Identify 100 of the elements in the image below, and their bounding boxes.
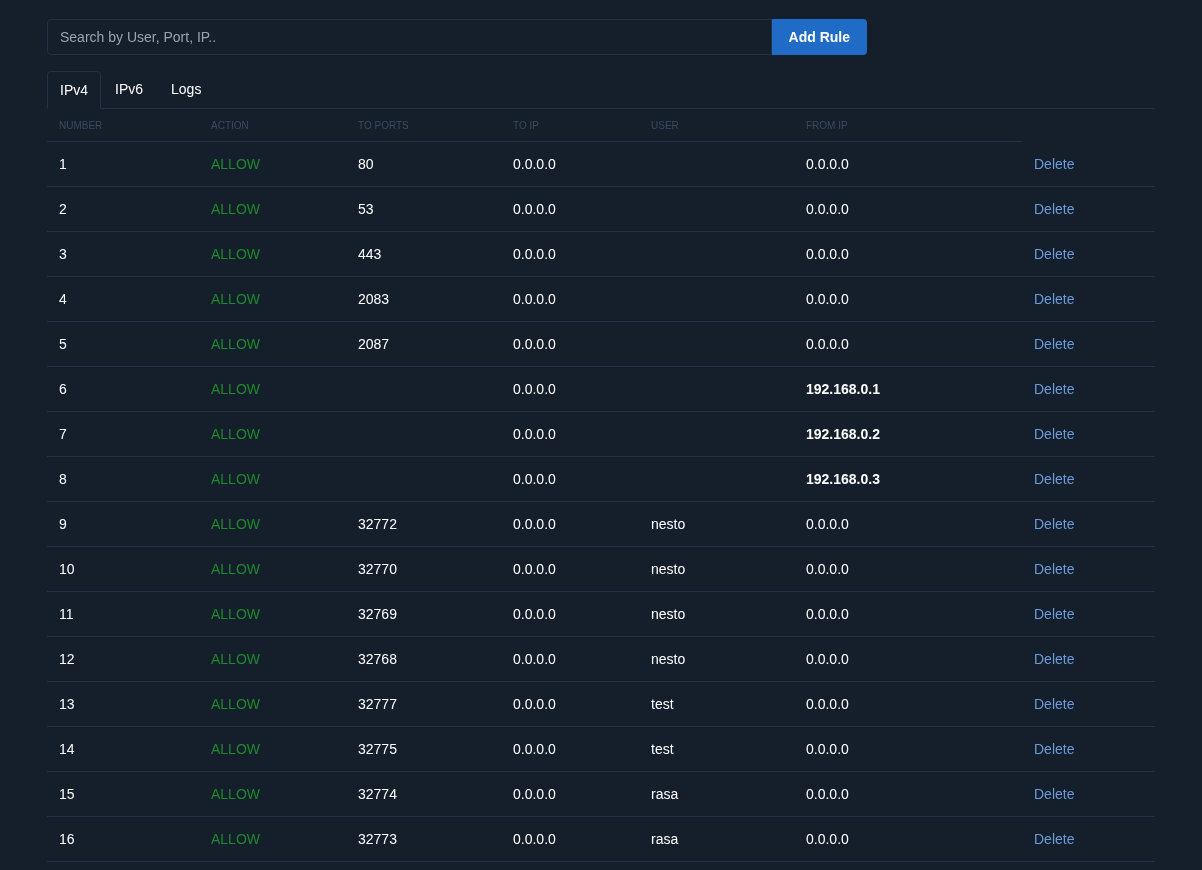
table-cell: ALLOW xyxy=(211,200,260,217)
table-cell: 32773 xyxy=(358,830,397,847)
table-cell: 0.0.0.0 xyxy=(513,515,556,532)
table-cell: 0.0.0.0 xyxy=(513,650,556,667)
table-cell: 0.0.0.0 xyxy=(513,785,556,802)
tab[interactable]: Logs xyxy=(157,71,216,108)
add-rule-button[interactable]: Add Rule xyxy=(771,19,867,55)
table-cell: 0.0.0.0 xyxy=(513,245,556,262)
delete-link[interactable]: Delete xyxy=(1034,245,1075,262)
table-cell: nesto xyxy=(651,650,686,667)
table-cell: 32774 xyxy=(358,785,397,802)
table-cell: ALLOW xyxy=(211,470,260,487)
table-cell: ALLOW xyxy=(211,515,260,532)
table-cell: 0.0.0.0 xyxy=(806,605,849,622)
table-cell: 0.0.0.0 xyxy=(806,650,849,667)
delete-link[interactable]: Delete xyxy=(1034,740,1075,757)
table-cell: 0.0.0.0 xyxy=(513,290,556,307)
table-cell: 3 xyxy=(59,245,67,262)
table-cell: 32777 xyxy=(358,695,397,712)
table-cell: 1 xyxy=(59,155,67,172)
table-cell: 0.0.0.0 xyxy=(806,290,849,307)
table-cell: 0.0.0.0 xyxy=(806,335,849,352)
table-cell: 2 xyxy=(59,200,67,217)
table-cell: 0.0.0.0 xyxy=(513,605,556,622)
delete-link[interactable]: Delete xyxy=(1034,650,1075,667)
table-cell: 53 xyxy=(358,200,374,217)
delete-link[interactable]: Delete xyxy=(1034,335,1075,352)
tab[interactable]: IPv4 xyxy=(47,71,101,109)
table-cell: ALLOW xyxy=(211,245,260,262)
table-cell: 0.0.0.0 xyxy=(513,470,556,487)
table-cell: ALLOW xyxy=(211,695,260,712)
delete-link[interactable]: Delete xyxy=(1034,290,1075,307)
table-cell: 0.0.0.0 xyxy=(806,785,849,802)
table-cell: ALLOW xyxy=(211,830,260,847)
table-cell: 32768 xyxy=(358,650,397,667)
table-cell: 32775 xyxy=(358,740,397,757)
table-cell: ALLOW xyxy=(211,425,260,442)
delete-link[interactable]: Delete xyxy=(1034,200,1075,217)
table-cell: 9 xyxy=(59,515,67,532)
table-cell: 32770 xyxy=(358,560,397,577)
delete-link[interactable]: Delete xyxy=(1034,605,1075,622)
table-cell: test xyxy=(651,740,674,757)
delete-link[interactable]: Delete xyxy=(1034,470,1075,487)
search-field[interactable]: Search by User, Port, IP.. xyxy=(47,19,772,55)
table-cell: 0.0.0.0 xyxy=(513,335,556,352)
table-cell: 7 xyxy=(59,425,67,442)
table-cell: ALLOW xyxy=(211,155,260,172)
table-cell: 0.0.0.0 xyxy=(806,830,849,847)
table-cell: 0.0.0.0 xyxy=(806,695,849,712)
table-cell: 0.0.0.0 xyxy=(806,515,849,532)
table-cell: rasa xyxy=(651,830,679,847)
table-cell: 0.0.0.0 xyxy=(513,200,556,217)
table-cell: 0.0.0.0 xyxy=(806,155,849,172)
table-cell: ALLOW xyxy=(211,740,260,757)
table-cell: 2087 xyxy=(358,335,390,352)
table-cell: 0.0.0.0 xyxy=(806,200,849,217)
table-cell: 0.0.0.0 xyxy=(513,830,556,847)
table-cell: 13 xyxy=(59,695,75,712)
table-cell: 10 xyxy=(59,560,75,577)
table-cell: nesto xyxy=(651,560,686,577)
table-cell: 0.0.0.0 xyxy=(513,560,556,577)
delete-link[interactable]: Delete xyxy=(1034,515,1075,532)
tab[interactable]: IPv6 xyxy=(101,71,158,108)
table-cell: 14 xyxy=(59,740,75,757)
table-cell: 0.0.0.0 xyxy=(806,245,849,262)
table-cell: 0.0.0.0 xyxy=(513,695,556,712)
table-cell: ALLOW xyxy=(211,290,260,307)
table-cell: ALLOW xyxy=(211,650,260,667)
table-cell: nesto xyxy=(651,515,686,532)
table-cell: ALLOW xyxy=(211,560,260,577)
table-cell: test xyxy=(651,695,674,712)
table-cell: 32772 xyxy=(358,515,397,532)
table-cell: 0.0.0.0 xyxy=(513,380,556,397)
table-cell: 0.0.0.0 xyxy=(513,155,556,172)
table-cell: 15 xyxy=(59,785,75,802)
table-cell: 80 xyxy=(358,155,374,172)
table-cell: 443 xyxy=(358,245,382,262)
table-cell: 0.0.0.0 xyxy=(806,560,849,577)
table-cell: 192.168.0.1 xyxy=(806,380,880,397)
table-cell: 192.168.0.2 xyxy=(806,425,880,442)
table-cell: 12 xyxy=(59,650,75,667)
table-cell: ALLOW xyxy=(211,380,260,397)
delete-link[interactable]: Delete xyxy=(1034,560,1075,577)
table-cell: ALLOW xyxy=(211,785,260,802)
delete-link[interactable]: Delete xyxy=(1034,155,1075,172)
table-cell: 4 xyxy=(59,290,67,307)
table-cell: 16 xyxy=(59,830,75,847)
table-cell: 11 xyxy=(59,605,74,622)
delete-link[interactable]: Delete xyxy=(1034,785,1075,802)
table-cell: 2083 xyxy=(358,290,390,307)
delete-link[interactable]: Delete xyxy=(1034,380,1075,397)
delete-link[interactable]: Delete xyxy=(1034,425,1075,442)
table-cell: 8 xyxy=(59,470,67,487)
delete-link[interactable]: Delete xyxy=(1034,830,1075,847)
table-cell: rasa xyxy=(651,785,679,802)
table-cell: 5 xyxy=(59,335,67,352)
table-cell: 32769 xyxy=(358,605,397,622)
delete-link[interactable]: Delete xyxy=(1034,695,1075,712)
table-cell: 6 xyxy=(59,380,67,397)
table-cell: 192.168.0.3 xyxy=(806,470,880,487)
